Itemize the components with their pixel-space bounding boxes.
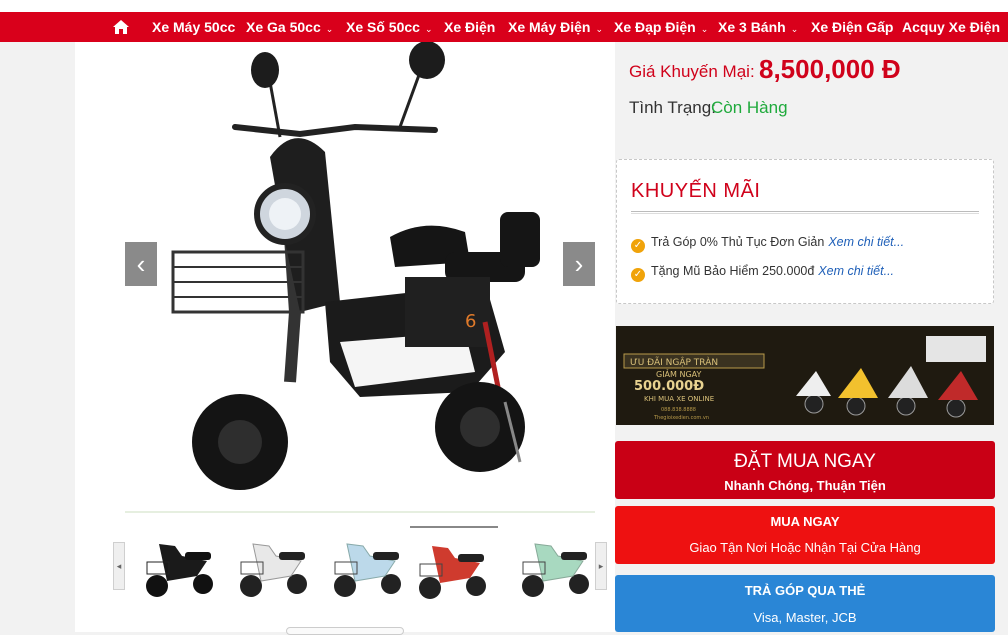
chevron-down-icon: ⌄ — [700, 24, 709, 34]
see-more-link[interactable]: Xem chi tiết... — [818, 264, 894, 278]
chevron-down-icon: ⌄ — [325, 24, 334, 34]
thumbnail-green[interactable] — [513, 526, 601, 604]
status-value: Còn Hàng — [711, 98, 788, 117]
thumbnail-white[interactable] — [231, 526, 319, 604]
home-icon[interactable] — [112, 18, 130, 36]
buy-now-button[interactable]: MUA NGAY Giao Tận Nơi Hoặc Nhận Tại Cửa … — [615, 506, 995, 564]
main-nav: Xe Máy 50cc Xe Ga 50cc ⌄ Xe Số 50cc ⌄ Xe Đ… — [0, 12, 1008, 42]
top-strip — [0, 0, 1008, 12]
promotion-divider — [631, 211, 979, 214]
see-more-link[interactable]: Xem chi tiết... — [828, 235, 904, 249]
order-now-subtitle: Nhanh Chóng, Thuận Tiện — [724, 478, 886, 493]
promotion-item: ✓ Tặng Mũ Bảo Hiểm 250.000đ Xem chi tiết..… — [631, 264, 894, 282]
banner-site: Thegioixedien.com.vn — [653, 415, 709, 421]
promo-banner[interactable]: ƯU ĐÃI NGẬP TRÀN GIẢM NGAY 500.000Đ KHI … — [616, 326, 994, 425]
thumbnail-black[interactable] — [137, 526, 225, 604]
order-now-button[interactable]: ĐẶT MUA NGAY Nhanh Chóng, Thuận Tiện — [615, 441, 995, 499]
order-now-label: ĐẶT MUA NGAY — [734, 451, 876, 472]
buy-now-label: MUA NGAY — [770, 514, 840, 529]
price-box: Giá Khuyến Mại: 8,500,000 Đ Tình Trạng: … — [615, 42, 995, 138]
nav-item-xe-dien-gap[interactable]: Xe Điện Gấp — [811, 12, 893, 42]
chevron-down-icon: ⌄ — [790, 24, 799, 34]
installment-label: TRẢ GÓP QUA THẺ — [744, 583, 866, 598]
thumb-prev-button[interactable]: ◂ — [113, 542, 125, 590]
scroll-indicator[interactable] — [286, 627, 404, 635]
banner-line1: ƯU ĐÃI NGẬP TRÀN — [630, 356, 718, 368]
thumbnail-blue[interactable] — [325, 526, 413, 604]
price-label: Giá Khuyến Mại: — [629, 62, 755, 81]
status-label: Tình Trạng: — [629, 98, 716, 117]
thumbnail-strip: ◂ ▸ — [113, 520, 607, 608]
gallery-prev-button[interactable]: ‹ — [125, 242, 157, 286]
gallery-next-button[interactable]: › — [563, 242, 595, 286]
nav-item-xe-may-dien[interactable]: Xe Máy Điện ⌄ — [508, 12, 603, 42]
nav-item-xe-dap-dien[interactable]: Xe Đạp Điện ⌄ — [614, 12, 708, 42]
nav-item-xe-dien[interactable]: Xe Điện — [444, 12, 495, 42]
promotion-box: KHUYẾN MÃI ✓ Trả Góp 0% Thủ Tục Đơn Giản X… — [616, 159, 994, 304]
nav-item-xe-may-50cc[interactable]: Xe Máy 50cc — [152, 12, 235, 42]
gallery-divider — [125, 511, 595, 513]
banner-line3: KHI MUA XE ONLINE — [644, 395, 714, 403]
price-value: 8,500,000 Đ — [759, 54, 901, 84]
promotion-title: KHUYẾN MÃI — [631, 180, 761, 202]
product-main-image[interactable]: 6 — [125, 42, 595, 512]
thumb-next-button[interactable]: ▸ — [595, 542, 607, 590]
buy-now-subtitle: Giao Tận Nơi Hoặc Nhận Tại Cửa Hàng — [689, 540, 921, 555]
thumbnail-red[interactable] — [410, 526, 498, 604]
banner-amount: 500.000Đ — [634, 379, 704, 394]
scooter-illustration: 6 — [171, 42, 540, 490]
svg-text:6: 6 — [465, 311, 476, 332]
banner-phone: 088.838.8888 — [661, 407, 696, 413]
check-circle-icon: ✓ — [631, 268, 645, 282]
chevron-down-icon: ⌄ — [595, 24, 604, 34]
banner-line2: GIẢM NGAY — [656, 368, 702, 379]
chevron-down-icon: ⌄ — [424, 24, 433, 34]
nav-item-xe-3-banh[interactable]: Xe 3 Bánh ⌄ — [718, 12, 798, 42]
check-circle-icon: ✓ — [631, 239, 645, 253]
installment-button[interactable]: TRẢ GÓP QUA THẺ Visa, Master, JCB — [615, 575, 995, 632]
promotion-item: ✓ Trả Góp 0% Thủ Tục Đơn Giản Xem chi tiết… — [631, 235, 904, 253]
installment-subtitle: Visa, Master, JCB — [753, 610, 857, 625]
nav-item-xe-so-50cc[interactable]: Xe Số 50cc ⌄ — [346, 12, 432, 42]
nav-item-xe-ga-50cc[interactable]: Xe Ga 50cc ⌄ — [246, 12, 333, 42]
nav-item-acquy-xe-dien[interactable]: Acquy Xe Điện — [902, 12, 1000, 42]
